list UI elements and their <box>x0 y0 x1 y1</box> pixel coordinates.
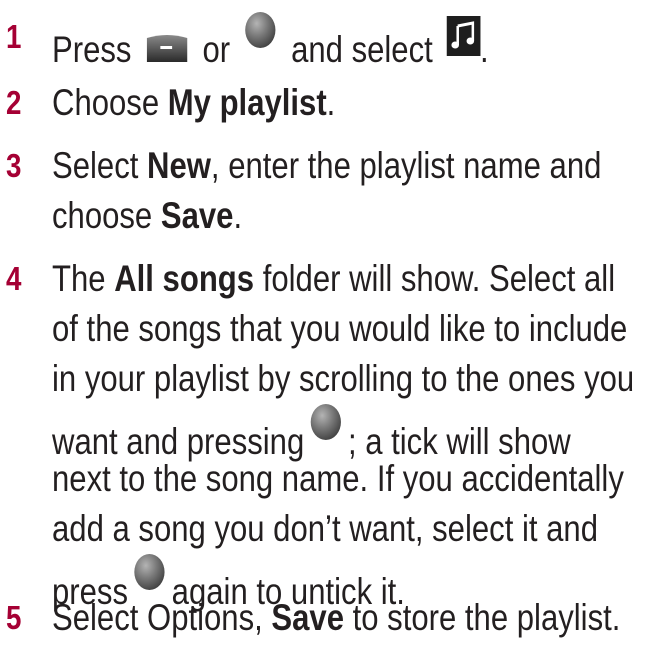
step-4-line-3: in your playlist by scrolling to the one… <box>52 358 635 399</box>
ok-key-icon <box>310 404 342 440</box>
save-label: Save <box>271 597 344 638</box>
save-label: Save <box>160 195 234 236</box>
my-playlist-label: My playlist <box>167 82 327 123</box>
period: . <box>233 195 243 236</box>
period: . <box>326 82 336 123</box>
step-number: 3 <box>6 147 22 184</box>
step-4-line-5: next to the song name. If you accidental… <box>52 458 624 499</box>
manual-page: 1 Press or and select . 2 Choose My play… <box>0 0 655 656</box>
step-4-rest: folder will show. Select all <box>262 258 616 299</box>
press-text: Press <box>52 29 132 70</box>
step-4-line-2: of the songs that you would like to incl… <box>52 308 628 349</box>
new-label: New <box>147 145 211 186</box>
step-3-rest: , enter the playlist name and <box>210 145 602 186</box>
step-number: 1 <box>6 18 22 55</box>
and-select-text: and select <box>291 29 433 70</box>
step-5-rest: to store the playlist. <box>352 597 621 638</box>
step-number: 4 <box>6 260 22 297</box>
step-2-line-1: Choose My playlist. <box>52 78 335 128</box>
choose-text: Choose <box>52 82 160 123</box>
the-text: The <box>52 258 106 299</box>
all-songs-label: All songs <box>114 258 255 299</box>
ok-key-icon <box>245 12 276 48</box>
period: . <box>480 29 489 70</box>
select-text: Select <box>52 145 139 186</box>
step-4-line-1: The All songs folder will show. Select a… <box>52 254 615 304</box>
step-3-line-1: Select New, enter the playlist name and <box>52 141 601 191</box>
select-options-text: Select Options, <box>52 597 263 638</box>
left-soft-key-icon <box>145 34 189 64</box>
step-4-line-6: add a song you don’t want, select it and <box>52 508 598 549</box>
step-1-line-1: Press or and select . <box>52 12 489 75</box>
or-text: or <box>202 29 231 70</box>
step-3-line-2: choose Save. <box>52 191 242 241</box>
step-number: 2 <box>6 84 22 121</box>
ok-key-icon <box>134 554 165 590</box>
choose-text: choose <box>52 195 153 236</box>
step-5-line-1: Select Options, Save to store the playli… <box>52 593 620 643</box>
step-number: 5 <box>6 599 22 636</box>
music-note-icon <box>446 16 481 56</box>
